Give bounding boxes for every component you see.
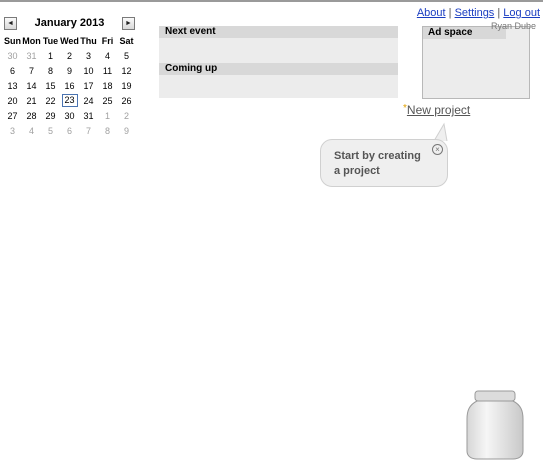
new-project-area: *New project — [403, 103, 470, 117]
tooltip-bubble: Start by creating a project × — [320, 139, 448, 187]
calendar-day[interactable]: 12 — [117, 63, 136, 78]
calendar-day[interactable]: 9 — [60, 63, 79, 78]
mini-calendar: ◄ January 2013 ► Sun Mon Tue Wed Thu Fri Sat 3… — [3, 16, 137, 138]
calendar-day[interactable]: 6 — [60, 123, 79, 138]
calendar-week-row: 3456789 — [3, 123, 136, 138]
calendar-day[interactable]: 5 — [117, 48, 136, 63]
calendar-day[interactable]: 17 — [79, 78, 98, 93]
calendar-day-today[interactable]: 23 — [60, 93, 79, 108]
about-link[interactable]: About — [417, 7, 446, 19]
today-marker: 23 — [61, 94, 78, 107]
calendar-day[interactable]: 15 — [41, 78, 60, 93]
coming-up-panel: Coming up — [159, 63, 398, 98]
calendar-day[interactable]: 30 — [3, 48, 22, 63]
calendar-week-row: 13 14 15 16 17 18 19 — [3, 78, 136, 93]
next-month-button[interactable]: ► — [122, 17, 135, 30]
weekday-row: Sun Mon Tue Wed Thu Fri Sat — [3, 34, 136, 48]
prev-month-button[interactable]: ◄ — [4, 17, 17, 30]
calendar-day[interactable]: 11 — [98, 63, 117, 78]
calendar-month-title: January 2013 — [34, 17, 105, 29]
calendar-day[interactable]: 26 — [117, 93, 136, 108]
calendar-day[interactable]: 25 — [98, 93, 117, 108]
weekday-label: Sun — [4, 36, 21, 46]
calendar-day[interactable]: 27 — [3, 108, 22, 123]
calendar-grid: Sun Mon Tue Wed Thu Fri Sat 30 31 1 2 3 4 5 6 7 8 9 10 11 1… — [3, 34, 136, 138]
calendar-day[interactable]: 19 — [117, 78, 136, 93]
calendar-day[interactable]: 8 — [98, 123, 117, 138]
weekday-label: Tue — [42, 36, 59, 46]
calendar-day[interactable]: 13 — [3, 78, 22, 93]
calendar-week-row: 20 21 22 23 24 25 26 — [3, 93, 136, 108]
calendar-day[interactable]: 3 — [79, 48, 98, 63]
link-separator: | — [448, 7, 452, 19]
weekday-label: Mon — [22, 36, 41, 46]
close-icon[interactable]: × — [432, 144, 443, 155]
ad-space-box: Ad space — [422, 26, 530, 99]
top-links: About | Settings | Log out — [417, 7, 540, 19]
calendar-day[interactable]: 2 — [60, 48, 79, 63]
link-separator: | — [497, 7, 501, 19]
top-border — [0, 0, 543, 2]
calendar-day[interactable]: 2 — [117, 108, 136, 123]
calendar-day[interactable]: 14 — [22, 78, 41, 93]
calendar-day[interactable]: 8 — [41, 63, 60, 78]
calendar-day[interactable]: 29 — [41, 108, 60, 123]
calendar-day[interactable]: 9 — [117, 123, 136, 138]
tooltip-line-2: a project — [334, 165, 380, 177]
calendar-day[interactable]: 6 — [3, 63, 22, 78]
calendar-day[interactable]: 1 — [98, 108, 117, 123]
calendar-day[interactable]: 3 — [3, 123, 22, 138]
calendar-day[interactable]: 31 — [79, 108, 98, 123]
calendar-day[interactable]: 31 — [22, 48, 41, 63]
calendar-day[interactable]: 28 — [22, 108, 41, 123]
calendar-day[interactable]: 20 — [3, 93, 22, 108]
calendar-day[interactable]: 5 — [41, 123, 60, 138]
weekday-label: Fri — [101, 36, 114, 46]
calendar-day[interactable]: 10 — [79, 63, 98, 78]
tooltip-text: Start by creating a project — [334, 149, 421, 179]
calendar-day[interactable]: 30 — [60, 108, 79, 123]
new-project-link[interactable]: New project — [407, 103, 470, 117]
next-event-panel: Next event — [159, 26, 398, 63]
weekday-label: Sat — [119, 36, 134, 46]
coming-up-heading: Coming up — [159, 63, 398, 75]
calendar-day[interactable]: 1 — [41, 48, 60, 63]
tooltip-line-1: Start by creating — [334, 150, 421, 162]
calendar-header: ◄ January 2013 ► — [3, 16, 137, 34]
weekday-label: Thu — [80, 36, 97, 46]
calendar-day[interactable]: 4 — [22, 123, 41, 138]
calendar-week-row: 30 31 1 2 3 4 5 — [3, 48, 136, 63]
calendar-day[interactable]: 24 — [79, 93, 98, 108]
calendar-day[interactable]: 21 — [22, 93, 41, 108]
calendar-day[interactable]: 7 — [79, 123, 98, 138]
calendar-day[interactable]: 18 — [98, 78, 117, 93]
logout-link[interactable]: Log out — [503, 7, 540, 19]
settings-link[interactable]: Settings — [455, 7, 495, 19]
weekday-label: Wed — [60, 36, 79, 46]
calendar-day[interactable]: 4 — [98, 48, 117, 63]
calendar-week-row: 6 7 8 9 10 11 12 — [3, 63, 136, 78]
calendar-day[interactable]: 16 — [60, 78, 79, 93]
calendar-day[interactable]: 22 — [41, 93, 60, 108]
calendar-week-row: 27 28 29 30 31 1 2 — [3, 108, 136, 123]
next-event-heading: Next event — [159, 26, 398, 38]
user-name: Ryan Dube — [491, 21, 537, 31]
calendar-day[interactable]: 7 — [22, 63, 41, 78]
jar-icon — [466, 390, 524, 460]
